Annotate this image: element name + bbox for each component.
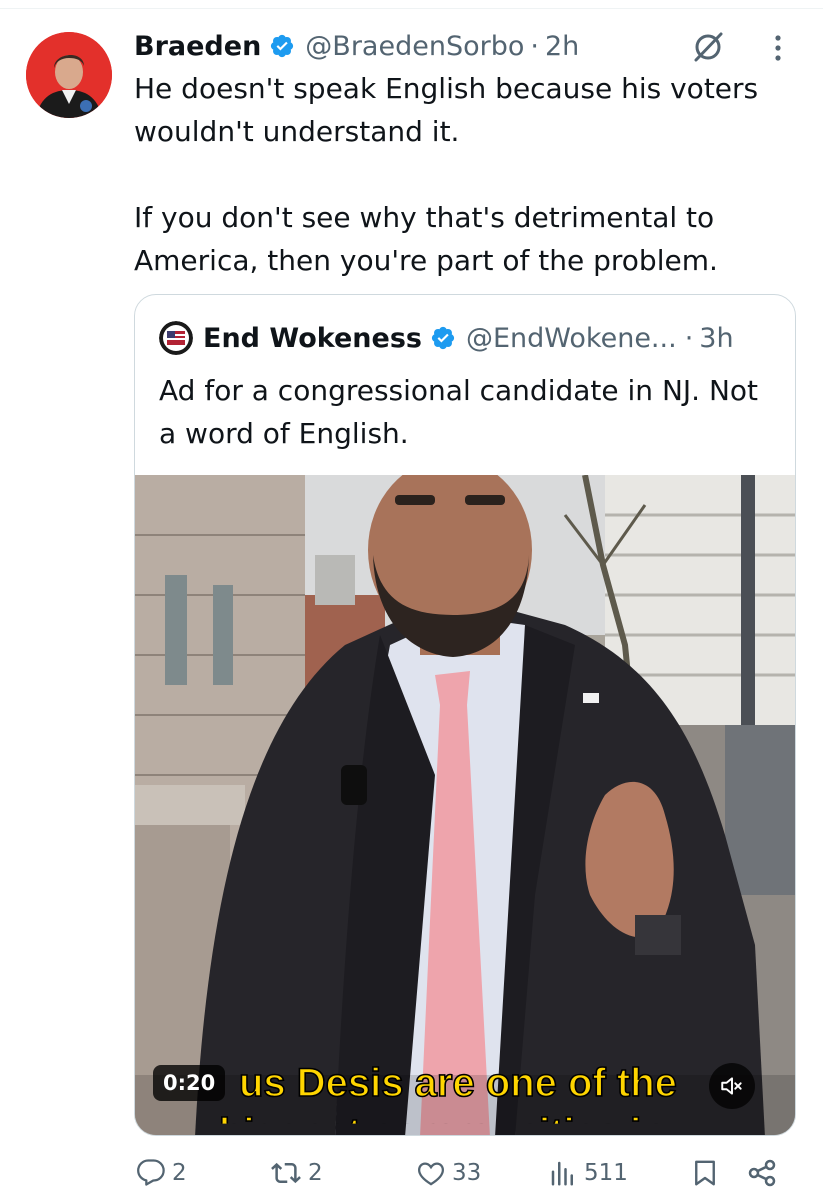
views-count: 511 bbox=[584, 1160, 628, 1186]
like-button[interactable]: 33 bbox=[416, 1150, 481, 1196]
bookmark-button[interactable] bbox=[690, 1150, 726, 1196]
tweet-time[interactable]: 2h bbox=[545, 31, 579, 62]
quoted-tweet[interactable]: End Wokeness @EndWokene... · 3h Ad for a… bbox=[134, 294, 796, 1136]
author-name[interactable]: Braeden bbox=[134, 31, 261, 62]
top-divider bbox=[0, 8, 823, 9]
reply-button[interactable]: 2 bbox=[136, 1150, 187, 1196]
video-duration-badge: 0:20 bbox=[153, 1065, 226, 1101]
quote-time[interactable]: 3h bbox=[699, 323, 733, 354]
bookmark-icon bbox=[695, 1160, 715, 1186]
header-separator: · bbox=[530, 30, 539, 62]
video-caption-line1: us Desis are one of the bbox=[238, 1060, 678, 1106]
like-count: 33 bbox=[452, 1160, 482, 1186]
reply-icon bbox=[137, 1159, 165, 1186]
tweet-text: He doesn't speak English because his vot… bbox=[134, 72, 759, 277]
author-avatar[interactable] bbox=[26, 32, 112, 118]
share-button[interactable] bbox=[746, 1150, 784, 1196]
repost-icon bbox=[271, 1162, 301, 1184]
grok-icon[interactable] bbox=[688, 27, 728, 67]
quote-text: Ad for a congressional candidate in NJ. … bbox=[159, 374, 759, 450]
more-icon[interactable] bbox=[766, 30, 790, 66]
video-player[interactable]: 0:20 us Desis are one of the biggest com… bbox=[135, 475, 795, 1135]
tweet-header: Braeden @BraedenSorbo · 2h bbox=[134, 26, 579, 66]
repost-count: 2 bbox=[308, 1160, 323, 1186]
reply-count: 2 bbox=[172, 1160, 187, 1186]
mute-icon[interactable] bbox=[709, 1063, 755, 1109]
quote-header: End Wokeness @EndWokene... · 3h bbox=[159, 319, 734, 357]
quote-header-separator: · bbox=[684, 322, 694, 354]
repost-button[interactable]: 2 bbox=[270, 1150, 323, 1196]
views-button[interactable]: 511 bbox=[548, 1150, 628, 1196]
video-frame bbox=[135, 475, 795, 1135]
views-icon bbox=[551, 1161, 573, 1186]
author-handle[interactable]: @BraedenSorbo bbox=[305, 31, 524, 62]
verified-badge-icon[interactable] bbox=[269, 33, 295, 59]
quote-author-handle[interactable]: @EndWokene... bbox=[466, 323, 677, 354]
share-icon bbox=[748, 1159, 776, 1187]
quote-author-avatar[interactable] bbox=[159, 321, 193, 355]
verified-badge-icon[interactable] bbox=[430, 325, 456, 351]
quote-author-name[interactable]: End Wokeness bbox=[203, 323, 422, 354]
tweet-action-bar: 2 2 33 511 bbox=[0, 1150, 823, 1196]
like-icon bbox=[417, 1162, 445, 1186]
